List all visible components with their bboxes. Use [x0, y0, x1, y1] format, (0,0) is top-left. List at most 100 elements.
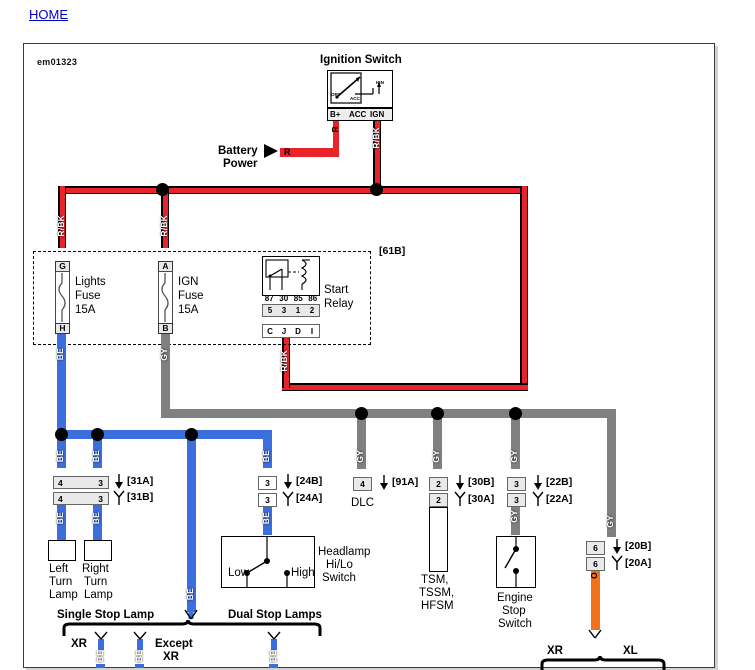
junction-dot-gy-dlc — [355, 407, 368, 420]
connector-ref-30b: [30B] — [468, 476, 495, 488]
junction-dot-be-stop — [185, 428, 198, 441]
start-relay-cav-1: 1 — [295, 306, 301, 315]
single-stop-lamp-label: Single Stop Lamp — [57, 609, 155, 621]
tsm-line1: TSM, — [421, 574, 449, 586]
ignition-switch-pin-ign: IGN — [370, 110, 385, 119]
engine-stop-switch-schematic-icon — [504, 536, 519, 588]
headlamp-switch-line3: Switch — [322, 572, 356, 584]
start-relay-cav-5: 5 — [267, 306, 273, 315]
wire-label-be-rt2: BE — [91, 512, 101, 525]
splice-arrow-icon-o — [588, 629, 602, 639]
right-turn-lamp-body — [84, 540, 112, 561]
start-relay-pin-85: 85 — [293, 293, 303, 303]
start-relay-ckt-i: I — [310, 326, 314, 336]
ignition-switch-pin-bplus: B+ — [330, 110, 341, 119]
fuse-element-icon-lights — [58, 273, 66, 322]
turn-connector-a-pin-4: 4 — [58, 494, 63, 504]
ignition-switch-position-ign: IGN — [376, 80, 385, 85]
connector-female-icon-31a — [115, 474, 123, 489]
wire-label-be-lt2: BE — [55, 512, 65, 525]
left-turn-lamp-body — [48, 540, 76, 561]
connector-ref-31a: [31A] — [127, 475, 154, 487]
wire-label-be-b3: BE — [268, 650, 278, 663]
connector-male-icon-24a — [282, 491, 294, 506]
turn-connector-a-pin-3: 3 — [98, 494, 103, 504]
connector-ref-20a: [20A] — [625, 557, 652, 569]
junction-dot-be-left — [55, 428, 68, 441]
wire-be-b1 — [96, 664, 105, 668]
junction-dot-gy-engstop — [509, 407, 522, 420]
wire-be-stoplamp-drop — [187, 430, 196, 612]
connector-female-icon-30b — [456, 475, 464, 490]
connector-91a-pin: 4 — [353, 477, 372, 491]
wire-label-gy-dlc: GY — [355, 450, 365, 463]
connector-female-icon-91a — [380, 475, 388, 490]
junction-dot-gy-tsm — [431, 407, 444, 420]
wire-label-be-rt: BE — [91, 450, 101, 463]
start-relay-cavity-row: 5 3 1 2 — [262, 304, 320, 317]
wire-label-be-b1: BE — [95, 650, 105, 663]
connector-20b-pin: 6 — [586, 541, 605, 555]
wire-label-gy-fuse: GY — [159, 348, 169, 361]
tsm-line2: TSSM, — [419, 587, 455, 599]
dlc-label: DLC — [351, 497, 375, 509]
wire-o-drop — [591, 571, 600, 630]
connector-arrow-icon-be-2 — [133, 631, 147, 650]
battery-power-arrow-icon — [264, 144, 278, 158]
connector-24b-pin: 3 — [258, 476, 277, 490]
wire-be-main-bus — [57, 430, 272, 439]
home-link[interactable]: HOME — [29, 7, 68, 22]
wire-be-b3 — [269, 664, 278, 668]
connector-ref-30a: [30A] — [468, 493, 495, 505]
wire-label-be-fuse: BE — [55, 348, 65, 361]
lights-fuse-name-line2: Fuse — [75, 290, 101, 302]
xr-label-left: XR — [71, 638, 87, 650]
lights-fuse-bottom-terminal: H — [55, 323, 70, 334]
tsm-module-body — [429, 507, 448, 572]
diagram-panel — [23, 43, 715, 668]
connector-male-icon-30a — [454, 491, 466, 506]
start-relay-name-line2: Relay — [324, 298, 354, 310]
wire-label-be-stop: BE — [185, 588, 195, 601]
connector-arrow-icon-be-3 — [267, 631, 281, 650]
start-relay-schematic-icon — [265, 259, 310, 290]
start-relay-pin-row-iso: 87 30 85 86 — [262, 292, 320, 304]
start-relay-cav-2: 2 — [309, 306, 315, 315]
wire-label-o: O — [589, 572, 599, 579]
ignition-switch-position-off: OFF — [331, 92, 340, 97]
turn-connector-b-pin-3: 3 — [98, 478, 103, 488]
start-relay-ckt-d: D — [295, 326, 301, 336]
except-xr-line1: Except — [155, 638, 193, 650]
connector-24a-pin: 3 — [258, 493, 277, 507]
connector-22a-pin: 3 — [507, 493, 526, 507]
left-turn-lamp-line1: Left — [49, 563, 69, 575]
ignition-switch-schematic-icon — [330, 72, 381, 104]
connector-ref-91a: [91A] — [392, 476, 419, 488]
turn-lamp-connector-row-a: 4 3 — [53, 492, 109, 505]
headlamp-switch-line1: Headlamp — [318, 546, 371, 558]
wire-label-rbk-relay: R/BK — [279, 350, 289, 372]
connector-30a-pin: 2 — [429, 493, 448, 507]
start-relay-pin-87: 87 — [264, 293, 274, 303]
connector-male-icon-31b — [113, 490, 125, 505]
engine-stop-line1: Engine — [497, 592, 533, 604]
connector-ref-24a: [24A] — [296, 492, 323, 504]
battery-power-label-line2: Power — [223, 158, 258, 170]
engine-stop-line2: Stop — [502, 605, 526, 617]
right-turn-lamp-line3: Lamp — [84, 589, 113, 601]
wire-rbk-relay-return — [520, 186, 528, 390]
turn-connector-b-pin-4: 4 — [58, 478, 63, 488]
wire-gy-fuse-drop — [161, 334, 170, 409]
wire-label-rbk-ign: R/BK — [371, 127, 381, 149]
fuse-element-icon-ign — [161, 273, 169, 322]
wire-label-be-hl2: BE — [261, 512, 271, 525]
wire-label-be-hl: BE — [261, 450, 271, 463]
engine-stop-line3: Switch — [498, 618, 532, 630]
wire-label-r-battery: R — [284, 147, 291, 157]
connector-ref-22a: [22A] — [546, 493, 573, 505]
wire-rbk-relay-bottom — [282, 383, 528, 391]
wire-be-b2 — [135, 664, 144, 668]
start-relay-pin-86: 86 — [308, 293, 318, 303]
ignition-switch-title: Ignition Switch — [320, 54, 402, 66]
main-power-bus — [58, 186, 528, 194]
